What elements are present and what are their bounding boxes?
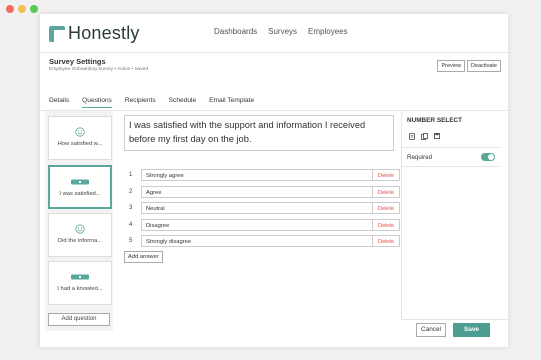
question-text-input[interactable]: I was satisfied with the support and inf… bbox=[124, 115, 394, 151]
question-card[interactable]: I had a knowled... bbox=[48, 261, 112, 305]
tab-bar: Details Questions Recipients Schedule Em… bbox=[49, 97, 267, 108]
nav-dashboards[interactable]: Dashboards bbox=[214, 27, 257, 36]
answer-input[interactable]: Strongly agree bbox=[141, 169, 373, 181]
app-panel: Honestly Dashboards Surveys Employees Su… bbox=[40, 14, 508, 347]
answer-row: 4 Disagree Delete bbox=[124, 218, 400, 236]
smiley-icon bbox=[75, 224, 85, 234]
add-answer-button[interactable]: Add answer bbox=[124, 251, 163, 263]
save-button[interactable]: Save bbox=[453, 323, 490, 337]
required-toggle[interactable] bbox=[481, 153, 495, 161]
answer-list: 1 Strongly agree Delete 2 Agree Delete 3… bbox=[124, 169, 400, 252]
maximize-window-icon[interactable] bbox=[30, 5, 38, 13]
answer-input[interactable]: Neutral bbox=[141, 202, 373, 214]
copy-icon[interactable] bbox=[409, 133, 415, 140]
answer-row: 1 Strongly agree Delete bbox=[124, 169, 400, 186]
browser-window: Honestly Dashboards Surveys Employees Su… bbox=[0, 0, 541, 360]
answer-number: 2 bbox=[129, 188, 133, 195]
question-card[interactable]: Did the informa... bbox=[48, 213, 112, 257]
top-bar: Honestly Dashboards Surveys Employees bbox=[40, 14, 508, 53]
answer-row: 3 Neutral Delete bbox=[124, 202, 400, 219]
delete-answer-button[interactable]: Delete bbox=[373, 235, 400, 247]
survey-meta: Employee Onboarding Survey • Active • Sa… bbox=[49, 67, 149, 72]
number-select-icon bbox=[71, 274, 89, 280]
answer-row: 5 Strongly disagree Delete bbox=[124, 235, 400, 252]
question-list: How satisfied w... I was satisfied... Di… bbox=[45, 111, 113, 331]
toggle-knob bbox=[488, 154, 494, 160]
page-title: Survey Settings bbox=[49, 57, 106, 66]
tab-recipients[interactable]: Recipients bbox=[125, 97, 163, 108]
brand-name: Honestly bbox=[68, 23, 140, 43]
minimize-window-icon[interactable] bbox=[18, 5, 26, 13]
answer-number: 5 bbox=[129, 238, 133, 244]
honestly-logo-icon bbox=[49, 25, 65, 42]
question-card-selected[interactable]: I was satisfied... bbox=[48, 165, 112, 209]
preview-button[interactable]: Preview bbox=[437, 60, 465, 72]
tab-schedule[interactable]: Schedule bbox=[169, 97, 204, 108]
delete-answer-button[interactable]: Delete bbox=[373, 218, 400, 231]
tab-email-template[interactable]: Email Template bbox=[209, 97, 261, 108]
question-type-title: NUMBER SELECT bbox=[407, 117, 463, 124]
number-select-icon bbox=[71, 179, 89, 185]
answer-row: 2 Agree Delete bbox=[124, 185, 400, 203]
delete-answer-button[interactable]: Delete bbox=[373, 185, 400, 198]
tab-questions[interactable]: Questions bbox=[82, 97, 112, 108]
deactivate-button[interactable]: Deactivate bbox=[467, 60, 501, 72]
question-actions bbox=[409, 133, 440, 140]
answer-input[interactable]: Disagree bbox=[141, 218, 373, 231]
nav-employees[interactable]: Employees bbox=[308, 27, 348, 36]
delete-answer-button[interactable]: Delete bbox=[373, 202, 400, 214]
required-label: Required bbox=[407, 154, 433, 161]
answer-input[interactable]: Agree bbox=[141, 185, 373, 198]
cancel-button[interactable]: Cancel bbox=[416, 323, 446, 337]
nav-surveys[interactable]: Surveys bbox=[268, 27, 297, 36]
answer-number: 3 bbox=[129, 205, 133, 211]
question-editor: I was satisfied with the support and inf… bbox=[120, 111, 400, 347]
question-card-label: I had a knowled... bbox=[57, 286, 103, 292]
header-actions: Preview Deactivate bbox=[437, 60, 501, 72]
answer-input[interactable]: Strongly disagree bbox=[141, 235, 373, 247]
panel-divider bbox=[401, 111, 402, 319]
answer-number: 1 bbox=[129, 172, 133, 178]
question-card-label: How satisfied w... bbox=[57, 141, 103, 147]
main-nav: Dashboards Surveys Employees bbox=[214, 27, 348, 36]
close-window-icon[interactable] bbox=[6, 5, 14, 13]
question-card[interactable]: How satisfied w... bbox=[48, 116, 112, 160]
tab-details[interactable]: Details bbox=[49, 97, 76, 108]
required-row: Required bbox=[402, 147, 500, 167]
question-card-label: I was satisfied... bbox=[59, 191, 101, 197]
duplicate-icon[interactable] bbox=[421, 133, 428, 140]
smiley-icon bbox=[75, 127, 85, 137]
delete-answer-button[interactable]: Delete bbox=[373, 169, 400, 181]
question-card-label: Did the informa... bbox=[57, 238, 103, 244]
add-question-button[interactable]: Add question bbox=[48, 313, 110, 326]
footer-divider bbox=[401, 319, 508, 320]
save-icon[interactable] bbox=[434, 133, 440, 139]
logo[interactable]: Honestly bbox=[49, 23, 140, 44]
window-controls bbox=[6, 5, 38, 13]
page-header: Survey Settings Employee Onboarding Surv… bbox=[49, 57, 148, 72]
answer-number: 4 bbox=[129, 221, 133, 228]
